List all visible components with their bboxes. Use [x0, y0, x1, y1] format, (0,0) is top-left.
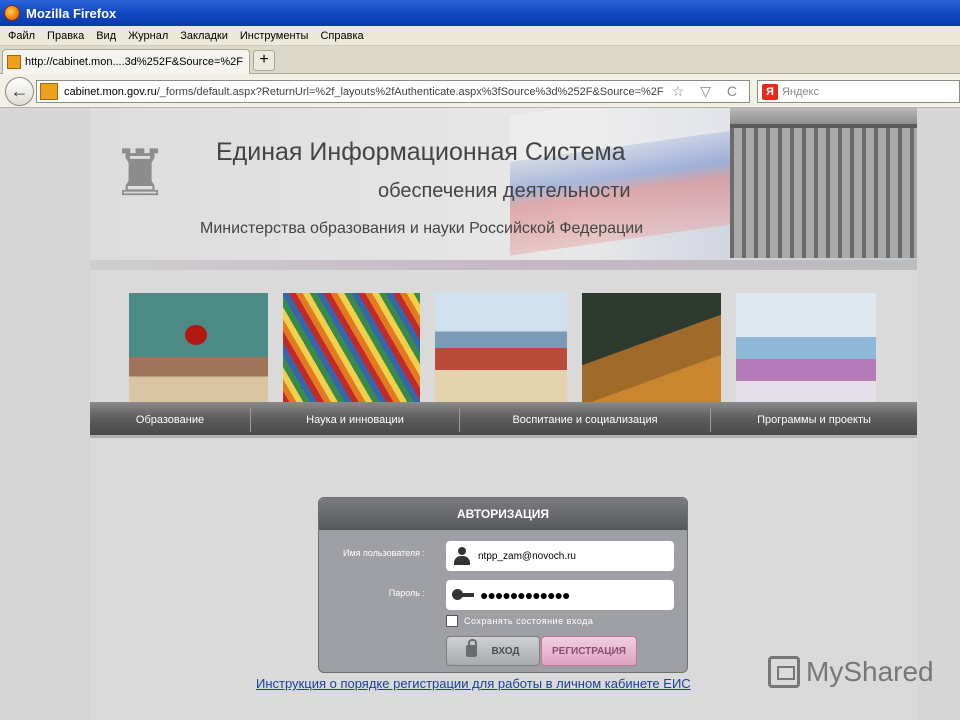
- menu-item-view[interactable]: Вид: [90, 30, 122, 42]
- page-content: ♜ Единая Информационная Система обеспече…: [90, 108, 917, 720]
- ministry-name: Министерства образования и науки Российс…: [200, 220, 644, 237]
- password-value: ●●●●●●●●●●●●: [480, 587, 570, 603]
- password-label: Пароль :: [388, 588, 425, 598]
- remember-checkbox[interactable]: [446, 615, 458, 627]
- menu-item-bookmarks[interactable]: Закладки: [174, 30, 234, 42]
- firefox-logo-icon: [4, 5, 20, 21]
- username-field[interactable]: ntpp_zam@novoch.ru: [446, 541, 674, 571]
- register-button[interactable]: РЕГИСТРАЦИЯ: [541, 636, 637, 666]
- tab-active[interactable]: http://cabinet.mon....3d%252F&Source=%2F: [2, 49, 250, 74]
- lock-icon: [466, 639, 478, 657]
- user-icon: [454, 547, 470, 565]
- back-button[interactable]: ←: [5, 77, 34, 106]
- url-path: /_forms/default.aspx?ReturnUrl=%2f_layou…: [156, 85, 664, 98]
- header-divider: [90, 260, 917, 270]
- site-subtitle: обеспечения деятельности: [378, 180, 631, 202]
- photo-test-tubes: [435, 293, 567, 403]
- section-nav: Образование Наука и инновации Воспитание…: [90, 402, 917, 438]
- menu-bar: Файл Правка Вид Журнал Закладки Инструме…: [0, 26, 960, 46]
- nav-item-education[interactable]: Образование: [90, 402, 250, 438]
- login-button-label: ВХОД: [491, 645, 520, 657]
- ministry-building-image: [730, 108, 917, 258]
- watermark-text: MyShared: [806, 656, 934, 687]
- photo-globe-books: [582, 293, 721, 403]
- search-placeholder: Яндекс: [782, 85, 819, 98]
- registration-instructions-link[interactable]: Инструкция о порядке регистрации для раб…: [256, 676, 691, 691]
- menu-item-help[interactable]: Справка: [314, 30, 369, 42]
- tab-bar: http://cabinet.mon....3d%252F&Source=%2F…: [0, 46, 960, 74]
- remember-label: Сохранять состояние входа: [464, 616, 594, 626]
- url-host: cabinet.mon.gov.ru: [64, 85, 157, 98]
- remember-me[interactable]: Сохранять состояние входа: [446, 615, 593, 627]
- photo-strip: [90, 293, 917, 403]
- username-label: Имя пользователя :: [342, 548, 425, 558]
- window-titlebar: Mozilla Firefox: [0, 0, 960, 26]
- bookmark-star-reload-icons[interactable]: ☆ ▽ C: [672, 83, 743, 100]
- password-field[interactable]: ●●●●●●●●●●●●: [446, 580, 674, 610]
- window-title: Mozilla Firefox: [26, 5, 117, 21]
- photo-pencils: [283, 293, 420, 403]
- login-panel: АВТОРИЗАЦИЯ Имя пользователя : ntpp_zam@…: [318, 497, 688, 673]
- site-favicon-icon: [7, 55, 21, 69]
- url-bar[interactable]: cabinet.mon.gov.ru/_forms/default.aspx?R…: [36, 80, 750, 103]
- nav-item-upbringing[interactable]: Воспитание и социализация: [460, 402, 710, 438]
- username-value: ntpp_zam@novoch.ru: [478, 550, 576, 562]
- photo-lab-flasks: [736, 293, 876, 403]
- presentation-icon: [768, 656, 800, 688]
- navigation-bar: ← cabinet.mon.gov.ru/_forms/default.aspx…: [0, 74, 960, 108]
- coat-of-arms-icon: ♜: [111, 137, 169, 209]
- login-button[interactable]: ВХОД: [446, 636, 540, 666]
- site-title: Единая Информационная Система: [216, 138, 626, 166]
- menu-item-tools[interactable]: Инструменты: [234, 30, 315, 42]
- site-header: ♜ Единая Информационная Система обеспече…: [90, 108, 917, 260]
- nav-item-science[interactable]: Наука и инновации: [251, 402, 459, 438]
- myshared-watermark: MyShared: [768, 656, 934, 688]
- apple-icon: [185, 325, 207, 345]
- key-icon: [452, 588, 474, 602]
- tab-label: http://cabinet.mon....3d%252F&Source=%2F: [25, 56, 243, 68]
- yandex-search-engine-icon[interactable]: Я: [762, 83, 778, 100]
- site-identity-icon[interactable]: [40, 83, 58, 100]
- search-bar[interactable]: Я Яндекс: [757, 80, 960, 103]
- url-text[interactable]: cabinet.mon.gov.ru/_forms/default.aspx?R…: [64, 86, 674, 98]
- menu-item-edit[interactable]: Правка: [41, 30, 90, 42]
- login-heading: АВТОРИЗАЦИЯ: [319, 498, 687, 530]
- menu-item-history[interactable]: Журнал: [122, 30, 174, 42]
- nav-item-programs[interactable]: Программы и проекты: [711, 402, 917, 438]
- photo-books-apple: [129, 293, 268, 403]
- new-tab-button[interactable]: +: [253, 50, 275, 71]
- menu-item-file[interactable]: Файл: [2, 30, 41, 42]
